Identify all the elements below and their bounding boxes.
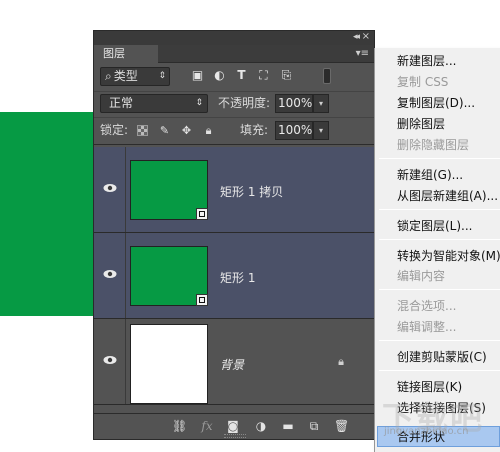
add-mask-icon[interactable]: ◙ — [226, 419, 240, 433]
layer-style-fx-icon[interactable]: fx — [200, 419, 214, 433]
tab-layers[interactable]: 图层 — [94, 45, 158, 63]
menu-item-new-layer[interactable]: 新建图层... — [397, 51, 456, 71]
pixel-filter-icon[interactable]: ▣ — [191, 69, 204, 82]
layer-context-menu: 新建图层... 复制 CSS 复制图层(D)... 删除图层 删除隐藏图层 新建… — [374, 48, 500, 452]
layer-thumbnail — [130, 324, 208, 404]
menu-separator — [379, 370, 500, 371]
adjustment-filter-icon[interactable]: ◐ — [213, 69, 226, 82]
canvas-green-shape — [0, 112, 94, 316]
layer-row[interactable]: 矩形 1 拷贝 — [94, 147, 374, 233]
eye-icon — [103, 356, 117, 364]
resize-grip[interactable] — [224, 434, 246, 438]
menu-item-delete-hidden-layers[interactable]: 删除隐藏图层 — [397, 135, 469, 155]
eye-icon — [103, 184, 117, 192]
menu-separator — [379, 340, 500, 341]
filter-kind-label: 类型 — [113, 69, 138, 83]
watermark-url: jingyanzhidao.cn — [384, 426, 469, 437]
trash-icon[interactable]: 🗑︎ — [334, 419, 349, 433]
filter-kind-select[interactable]: ⌕ 类型 ⇕ — [100, 67, 170, 86]
vector-mask-icon — [196, 208, 208, 220]
adjustment-layer-icon[interactable]: ◑ — [254, 419, 268, 433]
lock-row: 锁定: ✎ ✥ 🔒︎ 填充: 100% ▾ — [94, 117, 374, 145]
layer-name[interactable]: 矩形 1 — [220, 269, 255, 286]
menu-item-edit-contents[interactable]: 编辑内容 — [397, 266, 445, 286]
panel-menu-icon[interactable]: ▾≡ — [356, 48, 369, 59]
link-layers-icon[interactable]: ⛓ — [172, 419, 187, 433]
opacity-input[interactable]: 100% — [275, 94, 313, 113]
menu-item-blending-options[interactable]: 混合选项... — [397, 296, 456, 316]
visibility-toggle[interactable] — [94, 233, 126, 318]
close-icon[interactable]: × — [362, 31, 370, 42]
shape-filter-icon[interactable]: ⛶ — [257, 69, 270, 82]
menu-item-edit-adjustment[interactable]: 编辑调整... — [397, 317, 456, 337]
menu-item-new-group[interactable]: 新建组(G)... — [397, 165, 463, 185]
eye-icon — [103, 270, 117, 278]
new-layer-icon[interactable]: ⧉ — [307, 419, 321, 433]
visibility-toggle[interactable] — [94, 319, 126, 404]
lock-icon: 🔒︎ — [338, 355, 344, 368]
menu-item-duplicate-layer[interactable]: 复制图层(D)... — [397, 93, 475, 113]
opacity-dropdown-button[interactable]: ▾ — [313, 94, 329, 113]
lock-all-icon[interactable]: 🔒︎ — [202, 124, 215, 137]
menu-item-lock-layers[interactable]: 锁定图层(L)... — [397, 216, 473, 236]
menu-item-convert-smart-object[interactable]: 转换为智能对象(M) — [397, 246, 500, 266]
menu-separator — [379, 239, 500, 240]
layers-panel: ◂◂ × 图层 ▾≡ ⌕ 类型 ⇕ ▣ ◐ T ⛶ ⎘ 正常 ⇕ 不透明度: 10… — [93, 30, 375, 440]
lock-brush-icon[interactable]: ✎ — [158, 124, 171, 137]
fill-label: 填充: — [240, 123, 269, 137]
lock-move-icon[interactable]: ✥ — [180, 124, 193, 137]
panel-bottom-bar: ⛓ fx ◙ ◑ ▬ ⧉ 🗑︎ — [94, 413, 374, 439]
layer-row[interactable]: 背景 🔒︎ — [94, 319, 374, 405]
filter-toggle-switch[interactable] — [323, 68, 331, 84]
vector-mask-icon — [196, 294, 208, 306]
menu-item-copy-css[interactable]: 复制 CSS — [397, 72, 448, 92]
chevron-updown-icon: ⇕ — [158, 71, 165, 81]
layer-thumbnail — [130, 246, 208, 306]
layer-thumbnail — [130, 160, 208, 220]
menu-item-delete-layer[interactable]: 删除图层 — [397, 114, 445, 134]
lock-transparent-icon[interactable] — [137, 125, 148, 136]
layer-row[interactable]: 矩形 1 — [94, 233, 374, 319]
panel-titlebar: ◂◂ × — [94, 31, 374, 45]
menu-separator — [379, 158, 500, 159]
smart-object-filter-icon[interactable]: ⎘ — [280, 69, 293, 82]
blend-row: 正常 ⇕ 不透明度: 100% ▾ — [94, 91, 374, 115]
new-group-folder-icon[interactable]: ▬ — [281, 419, 295, 433]
chevron-updown-icon: ⇕ — [195, 98, 203, 108]
blend-mode-value: 正常 — [109, 96, 134, 110]
filter-row: ⌕ 类型 ⇕ ▣ ◐ T ⛶ ⎘ — [94, 64, 374, 90]
layer-name[interactable]: 矩形 1 拷贝 — [220, 183, 283, 200]
menu-separator — [379, 209, 500, 210]
layer-name[interactable]: 背景 — [220, 356, 244, 373]
menu-item-create-clipping-mask[interactable]: 创建剪贴蒙版(C) — [397, 347, 487, 367]
opacity-label: 不透明度: — [218, 96, 271, 110]
panel-tabbar: 图层 ▾≡ — [94, 45, 374, 63]
collapse-icon[interactable]: ◂◂ — [353, 32, 360, 42]
layers-list: 矩形 1 拷贝 矩形 1 背景 🔒︎ — [94, 147, 374, 405]
fill-input[interactable]: 100% — [275, 121, 313, 140]
type-filter-icon[interactable]: T — [235, 69, 248, 82]
lock-label: 锁定: — [100, 123, 129, 137]
blend-mode-select[interactable]: 正常 ⇕ — [100, 94, 208, 113]
search-icon: ⌕ — [105, 69, 112, 83]
visibility-toggle[interactable] — [94, 147, 126, 232]
fill-dropdown-button[interactable]: ▾ — [313, 121, 329, 140]
menu-separator — [379, 289, 500, 290]
menu-item-group-from-layers[interactable]: 从图层新建组(A)... — [397, 186, 498, 206]
